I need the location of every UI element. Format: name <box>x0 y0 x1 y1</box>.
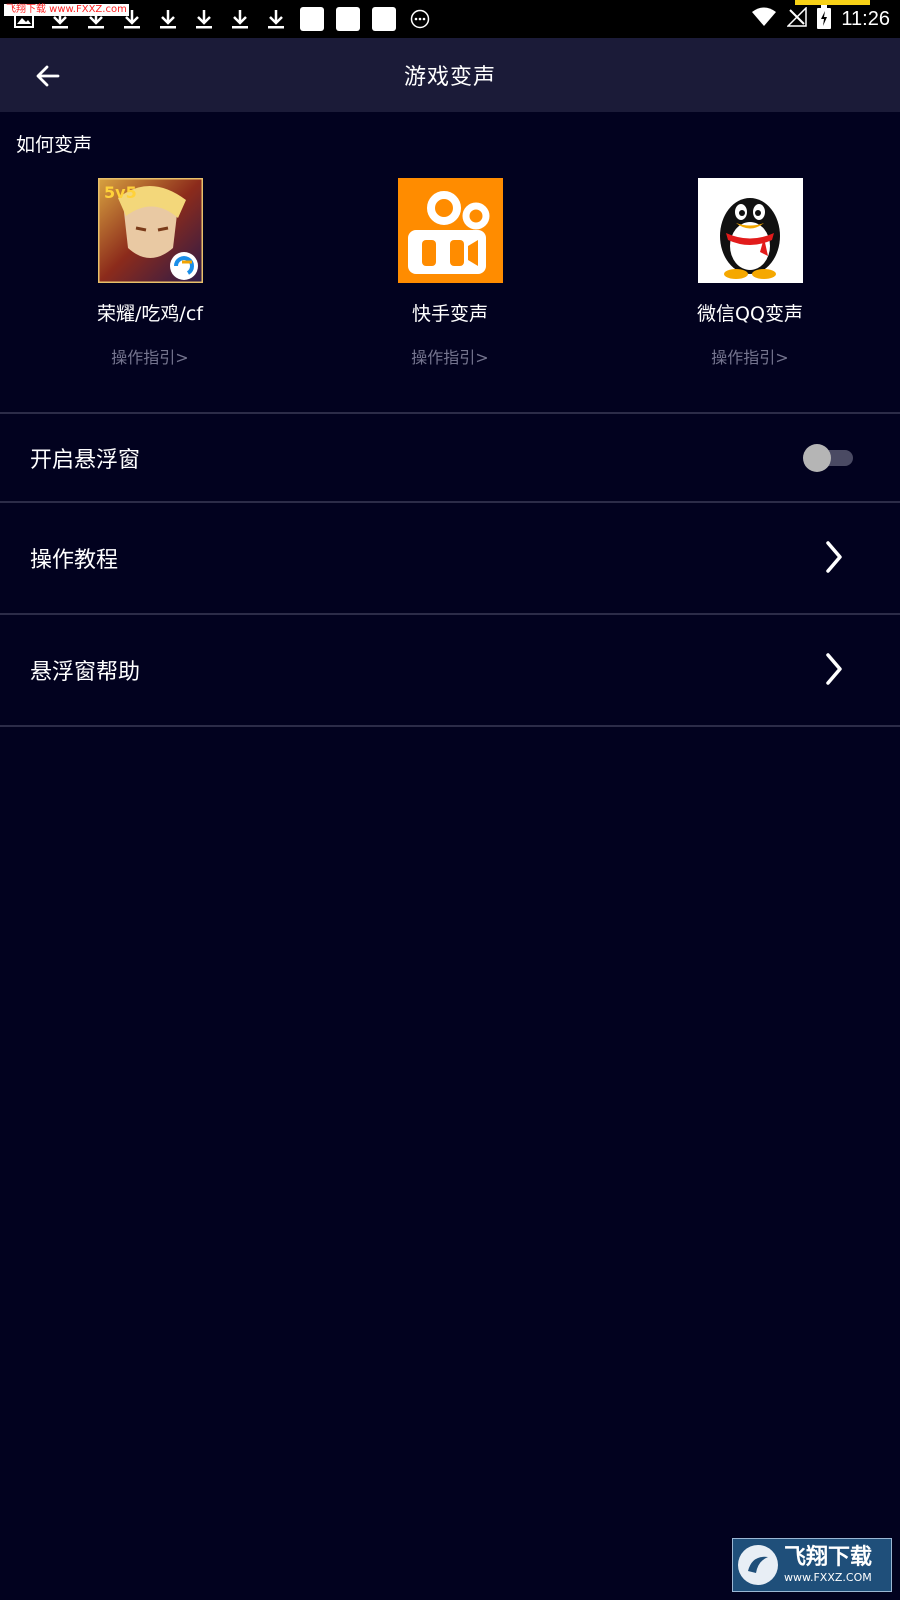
app-name: 微信QQ变声 <box>697 303 803 325</box>
floating-window-toggle[interactable] <box>803 444 855 472</box>
tutorial-label: 操作教程 <box>30 548 119 573</box>
site-logo-name: 飞翔下载 <box>784 1545 873 1570</box>
qq-penguin-icon[interactable] <box>697 178 803 283</box>
app-square-icon <box>330 0 366 38</box>
chevron-right-icon <box>826 653 842 685</box>
system-icons: 11:26 <box>751 5 900 33</box>
download-icon <box>222 0 258 38</box>
back-button[interactable] <box>28 56 68 96</box>
site-logo-watermark: 飞翔下载 www.FXXZ.COM <box>732 1538 892 1592</box>
site-logo-icon <box>738 1545 778 1585</box>
honor-of-kings-icon[interactable]: 5v5 <box>97 178 203 283</box>
status-bar: 飞翔下载 www.FXXZ.com 11:26 <box>0 0 900 38</box>
toggle-knob <box>803 444 831 472</box>
guide-link[interactable]: 操作指引> <box>111 344 188 368</box>
clock: 11:26 <box>841 7 890 30</box>
section-title-how: 如何变声 <box>16 134 93 156</box>
no-signal-icon <box>786 6 808 31</box>
app-square-icon <box>366 0 402 38</box>
app-card-honor[interactable]: 5v5 荣耀/吃鸡/cf 操作指引> <box>0 178 300 368</box>
tutorial-row[interactable]: 操作教程 <box>0 503 900 613</box>
floating-help-label: 悬浮窗帮助 <box>30 660 141 685</box>
wifi-icon <box>751 7 777 31</box>
download-icon <box>150 0 186 38</box>
download-icon <box>258 0 294 38</box>
arrow-left-icon <box>36 65 60 87</box>
chevron-right-icon <box>826 541 842 573</box>
floating-window-label: 开启悬浮窗 <box>30 448 141 473</box>
app-square-icon <box>294 0 330 38</box>
status-accent-bar <box>795 0 870 5</box>
download-icon <box>186 0 222 38</box>
kuaishou-icon[interactable] <box>397 178 503 283</box>
more-icon <box>402 0 438 38</box>
page-title: 游戏变声 <box>403 65 496 90</box>
svg-text:5v5: 5v5 <box>104 183 137 202</box>
app-guide-list: 5v5 荣耀/吃鸡/cf 操作指引> 快手变声 操作指引> 微信QQ变声 操作指… <box>0 178 900 378</box>
floating-window-row[interactable]: 开启悬浮窗 <box>0 414 900 502</box>
status-watermark: 飞翔下载 www.FXXZ.com <box>4 4 129 16</box>
app-header: 游戏变声 <box>0 38 900 112</box>
guide-link[interactable]: 操作指引> <box>411 344 488 368</box>
divider <box>0 725 900 727</box>
guide-link[interactable]: 操作指引> <box>711 344 788 368</box>
app-name: 荣耀/吃鸡/cf <box>97 303 203 325</box>
app-card-qq[interactable]: 微信QQ变声 操作指引> <box>600 178 900 368</box>
app-name: 快手变声 <box>411 303 488 325</box>
site-logo-url: www.FXXZ.COM <box>784 1571 872 1584</box>
battery-charging-icon <box>817 5 832 33</box>
floating-help-row[interactable]: 悬浮窗帮助 <box>0 615 900 725</box>
app-card-kuaishou[interactable]: 快手变声 操作指引> <box>300 178 600 368</box>
